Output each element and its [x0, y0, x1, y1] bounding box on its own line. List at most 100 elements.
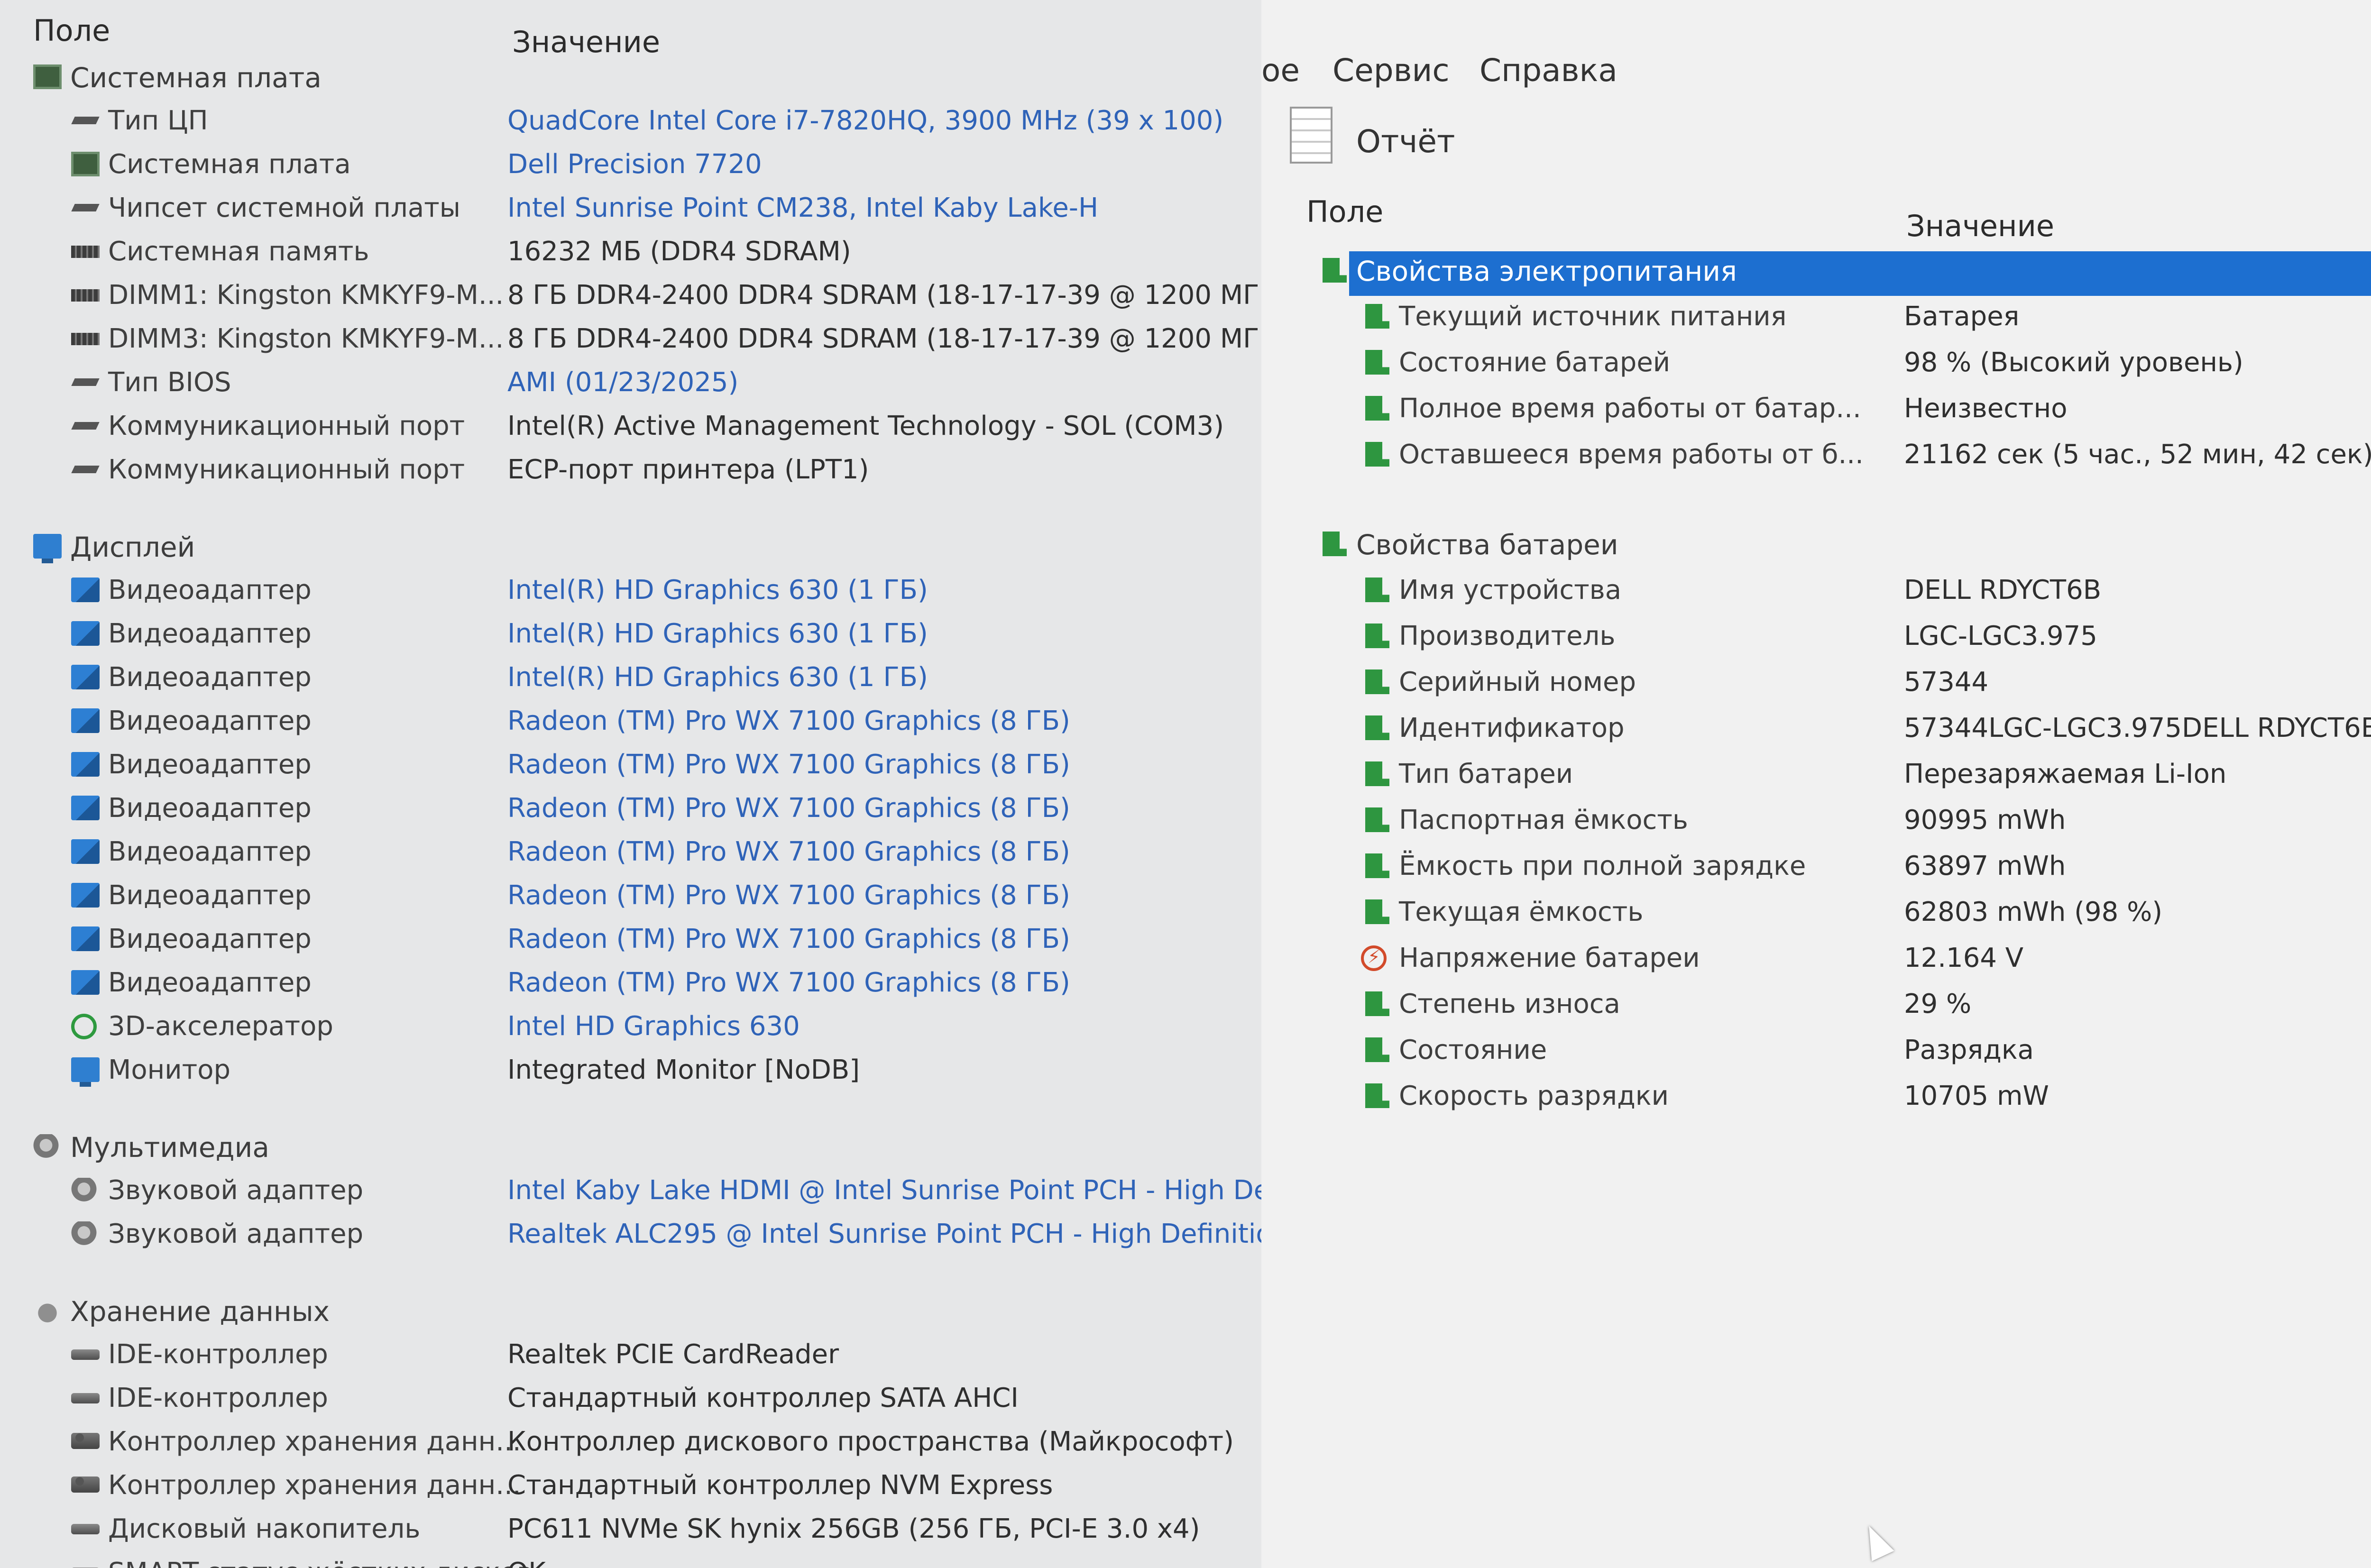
- tree-row[interactable]: Производитель LGC-LGC3.975: [1261, 617, 2371, 661]
- tree-row[interactable]: Идентификатор 57344LGC-LGC3.975DELL RDYCT…: [1261, 709, 2371, 753]
- field-value: 98 % (Высокий уровень): [1904, 347, 2243, 378]
- motherboard-icon: [33, 64, 62, 89]
- memory-icon: [71, 289, 100, 302]
- field-label: Дисплей: [70, 531, 195, 563]
- tree-row[interactable]: Видеоадаптер Radeon (TM) Pro WX 7100 Grap…: [0, 963, 1261, 1008]
- tree-row[interactable]: Видеоадаптер Radeon (TM) Pro WX 7100 Grap…: [0, 789, 1261, 834]
- tree-group-дисплей[interactable]: Дисплей: [0, 527, 1261, 572]
- column-header-value[interactable]: Значение: [1906, 209, 2054, 243]
- tree-row[interactable]: Текущая ёмкость 62803 mWh (98 %): [1261, 893, 2371, 937]
- field-value-link[interactable]: Dell Precision 7720: [507, 149, 762, 180]
- tree-row[interactable]: Коммуникационный порт ECP-порт принтера (…: [0, 450, 1261, 495]
- field-value: Контроллер дискового пространства (Майкр…: [507, 1426, 1234, 1457]
- field-value: 57344: [1904, 667, 1989, 697]
- field-label: Имя устройства: [1399, 575, 1622, 605]
- tree-row[interactable]: SMART-статус жёстких дисковOK: [0, 1553, 1261, 1568]
- tree-group-системная-плата[interactable]: Системная плата: [0, 58, 1261, 102]
- tree-group-свойства-электропитания[interactable]: Свойства электропитания: [1323, 251, 2371, 296]
- tree-row[interactable]: Звуковой адаптер Intel Kaby Lake HDMI @ I…: [0, 1171, 1261, 1216]
- field-value-link[interactable]: Radeon (TM) Pro WX 7100 Graphics (8 ГБ): [507, 793, 1070, 824]
- field-value-link[interactable]: Intel(R) HD Graphics 630 (1 ГБ): [507, 662, 928, 693]
- field-label: Идентификатор: [1399, 713, 1625, 743]
- report-icon[interactable]: [1290, 107, 1333, 164]
- field-value: 57344LGC-LGC3.975DELL RDYCT6B: [1904, 713, 2371, 743]
- tree-row[interactable]: Видеоадаптер Intel(R) HD Graphics 630 (1 …: [0, 614, 1261, 659]
- tree-row[interactable]: IDE-контроллер Realtek PCIE CardReader: [0, 1335, 1261, 1380]
- field-value: 62803 mWh (98 %): [1904, 897, 2163, 927]
- tree-row[interactable]: Дисковый накопитель PC611 NVMe SK hynix 2…: [0, 1510, 1261, 1554]
- field-value-link[interactable]: Realtek ALC295 @ Intel Sunrise Point PCH…: [507, 1219, 1261, 1249]
- power-icon: [1365, 1083, 1389, 1108]
- report-button-label[interactable]: Отчёт: [1356, 123, 1455, 160]
- column-header-field[interactable]: Поле: [1306, 194, 1383, 229]
- port-icon: [71, 457, 100, 482]
- right-report-pane: ое Сервис Справка Отчёт Поле Значение Свой…: [1261, 0, 2371, 1568]
- tree-row[interactable]: IDE-контроллер Стандартный контроллер SAT…: [0, 1379, 1261, 1423]
- tree-group-мультимедиа[interactable]: Мультимедиа: [0, 1128, 1261, 1172]
- tree-row[interactable]: Системная плата Dell Precision 7720: [0, 145, 1261, 190]
- tree-row[interactable]: Контроллер хранения данн... Контроллер ди…: [0, 1422, 1261, 1467]
- field-value-link[interactable]: QuadCore Intel Core i7-7820HQ, 3900 MHz …: [507, 105, 1223, 136]
- tree-row[interactable]: Видеоадаптер Radeon (TM) Pro WX 7100 Grap…: [0, 745, 1261, 790]
- tree-row[interactable]: Чипсет системной платы Intel Sunrise Poin…: [0, 189, 1261, 233]
- video-adapter-icon: [71, 578, 100, 602]
- tree-row[interactable]: Контроллер хранения данн... Стандартный к…: [0, 1466, 1261, 1511]
- tree-row[interactable]: Состояние батарей 98 % (Высокий уровень): [1261, 343, 2371, 388]
- menu-item-сервис[interactable]: Сервис: [1333, 52, 1450, 89]
- tree-row[interactable]: Имя устройства DELL RDYCT6B: [1261, 571, 2371, 615]
- column-header-field[interactable]: Поле: [33, 13, 110, 48]
- field-value-link[interactable]: Radeon (TM) Pro WX 7100 Graphics (8 ГБ): [507, 967, 1070, 998]
- field-value-link[interactable]: Radeon (TM) Pro WX 7100 Graphics (8 ГБ): [507, 706, 1070, 736]
- tree-row[interactable]: Видеоадаптер Radeon (TM) Pro WX 7100 Grap…: [0, 876, 1261, 921]
- tree-row[interactable]: Звуковой адаптер Realtek ALC295 @ Intel S…: [0, 1215, 1261, 1259]
- tree-row[interactable]: Скорость разрядки 10705 mW: [1261, 1077, 2371, 1121]
- tree-row[interactable]: Состояние Разрядка: [1261, 1031, 2371, 1075]
- tree-row[interactable]: Видеоадаптер Radeon (TM) Pro WX 7100 Grap…: [0, 702, 1261, 746]
- tree-row[interactable]: Системная память 16232 МБ (DDR4 SDRAM): [0, 232, 1261, 277]
- field-value-link[interactable]: Intel Kaby Lake HDMI @ Intel Sunrise Poi…: [507, 1175, 1261, 1206]
- tree-row[interactable]: Текущий источник питания Батарея: [1261, 297, 2371, 342]
- tree-row[interactable]: Тип BIOS AMI (01/23/2025): [0, 363, 1261, 408]
- field-value-link[interactable]: Radeon (TM) Pro WX 7100 Graphics (8 ГБ): [507, 924, 1070, 954]
- tree-row[interactable]: Видеоадаптер Radeon (TM) Pro WX 7100 Grap…: [0, 833, 1261, 877]
- field-label: Производитель: [1399, 621, 1616, 651]
- field-value-link[interactable]: Intel(R) HD Graphics 630 (1 ГБ): [507, 575, 928, 605]
- field-value: Стандартный контроллер NVM Express: [507, 1470, 1053, 1501]
- tree-row[interactable]: DIMM1: Kingston KMKYF9-M... 8 ГБ DDR4-240…: [0, 276, 1261, 321]
- tree-row[interactable]: Тип ЦП QuadCore Intel Core i7-7820HQ, 390…: [0, 101, 1261, 146]
- field-value-link[interactable]: Radeon (TM) Pro WX 7100 Graphics (8 ГБ): [507, 836, 1070, 867]
- tree-row[interactable]: Монитор Integrated Monitor [NoDB]: [0, 1051, 1261, 1095]
- field-value: 8 ГБ DDR4-2400 DDR4 SDRAM (18-17-17-39 @…: [507, 323, 1261, 354]
- power-icon: [1365, 350, 1389, 375]
- tree-row[interactable]: Полное время работы от батар... Неизвестн…: [1261, 389, 2371, 434]
- tree-row[interactable]: Оставшееся время работы от б... 21162 сек…: [1261, 435, 2371, 480]
- field-value-link[interactable]: Radeon (TM) Pro WX 7100 Graphics (8 ГБ): [507, 749, 1070, 780]
- tree-row[interactable]: Видеоадаптер Intel(R) HD Graphics 630 (1 …: [0, 571, 1261, 615]
- tree-row[interactable]: Тип батареи Перезаряжаемая Li-Ion: [1261, 755, 2371, 799]
- voltage-icon: [1361, 945, 1387, 971]
- field-value: 21162 сек (5 час., 52 мин, 42 сек): [1904, 439, 2371, 470]
- field-value: Intel(R) Active Management Technology - …: [507, 411, 1224, 441]
- menu-item-ое[interactable]: ое: [1261, 52, 1300, 89]
- tree-group-свойства-батареи[interactable]: Свойства батареи: [1261, 525, 2371, 569]
- field-value-link[interactable]: AMI (01/23/2025): [507, 367, 738, 398]
- menu-item-справка[interactable]: Справка: [1480, 52, 1617, 89]
- tree-group-хранение-данных[interactable]: Хранение данных: [0, 1292, 1261, 1336]
- tree-row[interactable]: Серийный номер 57344: [1261, 663, 2371, 707]
- column-header-value[interactable]: Значение: [512, 25, 660, 59]
- tree-row[interactable]: Видеоадаптер Radeon (TM) Pro WX 7100 Grap…: [0, 920, 1261, 964]
- power-icon: [1365, 578, 1389, 602]
- tree-row[interactable]: Степень износа 29 %: [1261, 985, 2371, 1029]
- field-value-link[interactable]: Intel(R) HD Graphics 630 (1 ГБ): [507, 618, 928, 649]
- tree-row[interactable]: Напряжение батареи 12.164 V: [1261, 939, 2371, 983]
- field-value-link[interactable]: Radeon (TM) Pro WX 7100 Graphics (8 ГБ): [507, 880, 1070, 911]
- tree-row[interactable]: Паспортная ёмкость 90995 mWh: [1261, 801, 2371, 845]
- field-value-link[interactable]: Intel Sunrise Point CM238, Intel Kaby La…: [507, 193, 1098, 223]
- field-label: Системная память: [108, 236, 369, 267]
- tree-row[interactable]: Видеоадаптер Intel(R) HD Graphics 630 (1 …: [0, 658, 1261, 703]
- tree-row[interactable]: Коммуникационный порт Intel(R) Active Man…: [0, 407, 1261, 451]
- field-value-link[interactable]: Intel HD Graphics 630: [507, 1011, 800, 1042]
- tree-row[interactable]: DIMM3: Kingston KMKYF9-M... 8 ГБ DDR4-240…: [0, 320, 1261, 364]
- tree-row[interactable]: 3D-акселератор Intel HD Graphics 630: [0, 1007, 1261, 1052]
- tree-row[interactable]: Ёмкость при полной зарядке 63897 mWh: [1261, 847, 2371, 891]
